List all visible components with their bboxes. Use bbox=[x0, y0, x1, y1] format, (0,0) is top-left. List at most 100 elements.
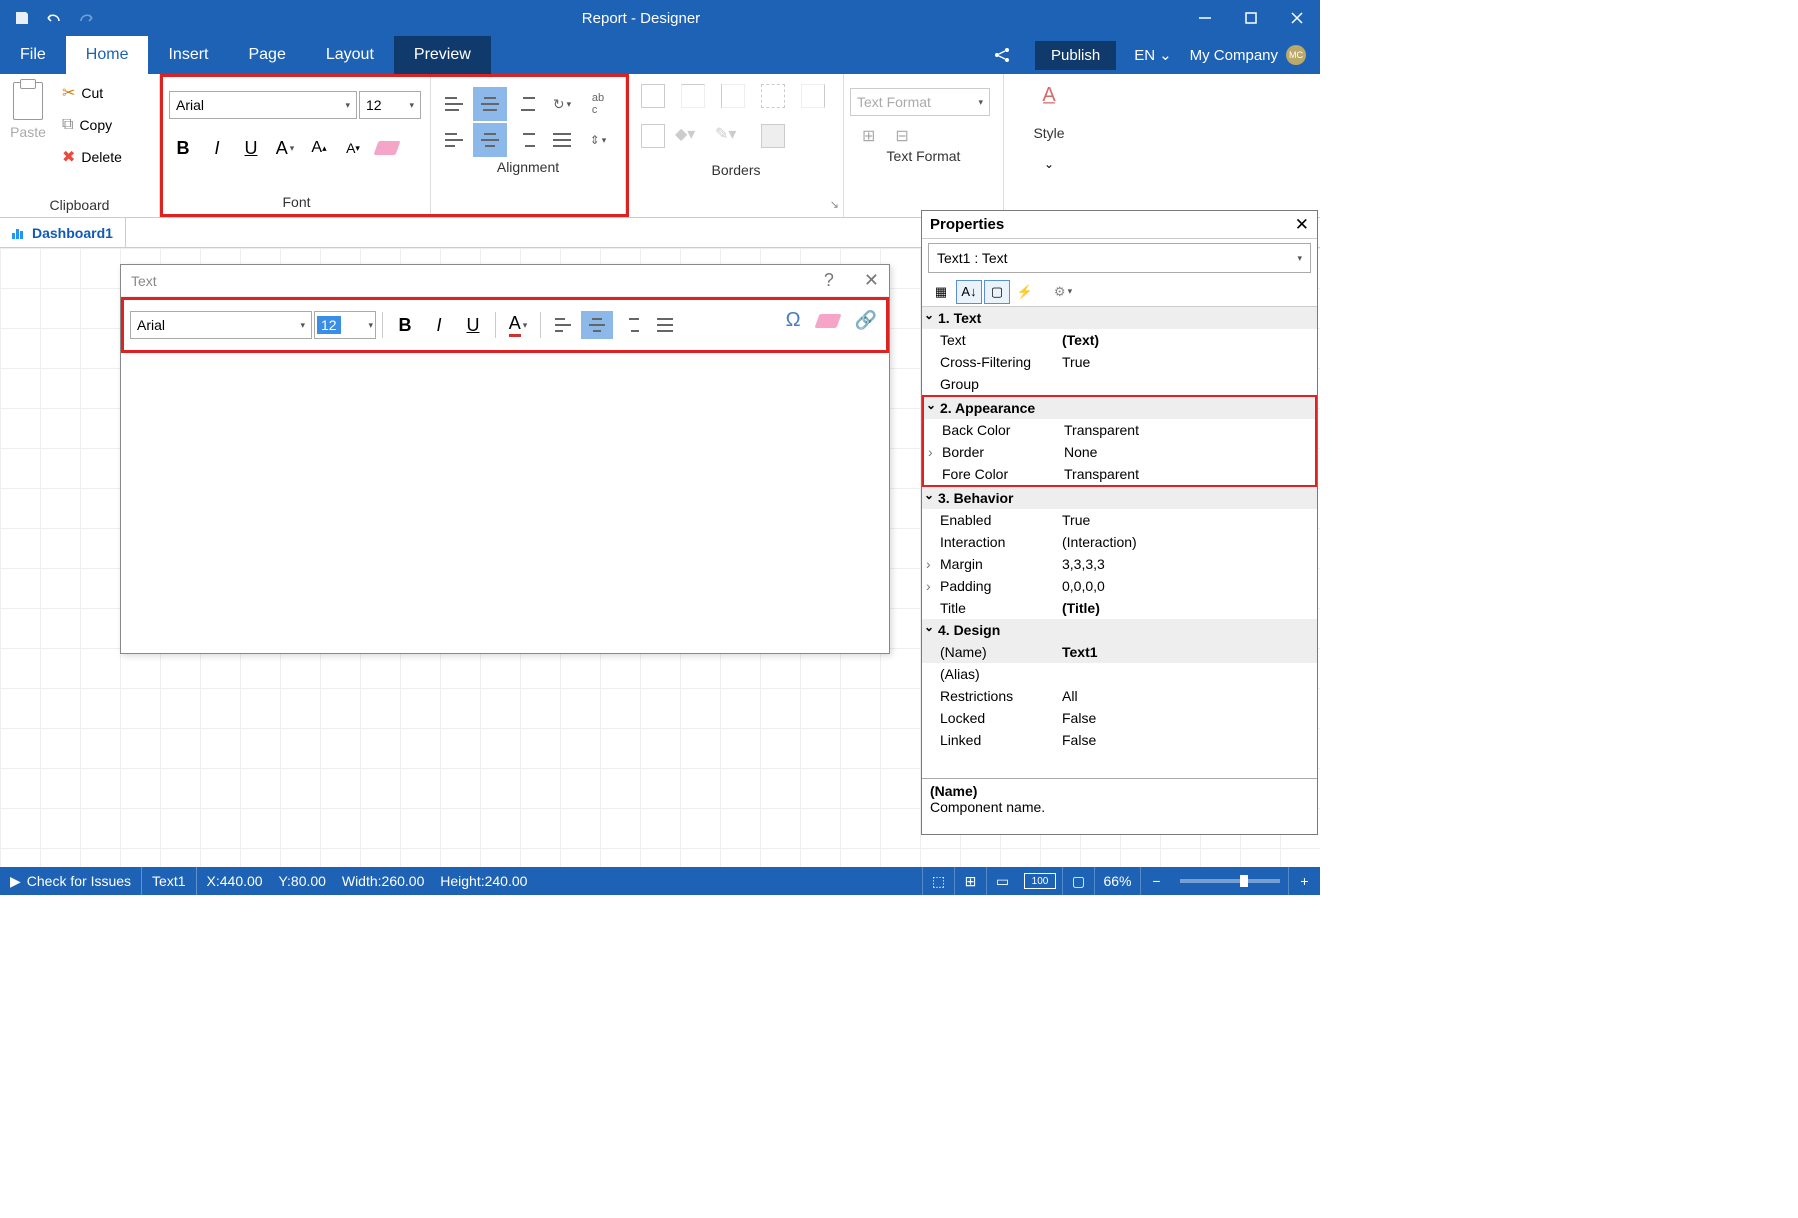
symbol-button[interactable]: Ω bbox=[786, 309, 801, 332]
prop-events-button[interactable]: ⚡ bbox=[1012, 280, 1038, 304]
prop-row-backcolor[interactable]: Back ColorTransparent bbox=[924, 419, 1315, 441]
text-format-select[interactable]: Text Format▾ bbox=[850, 88, 990, 116]
copy-button[interactable]: ⧉Copy bbox=[56, 110, 128, 140]
view-mode-3[interactable]: ▭ bbox=[986, 867, 1018, 895]
percent-icon[interactable]: ⊟ bbox=[895, 126, 908, 146]
borders-launcher-icon[interactable]: ↘ bbox=[830, 198, 839, 211]
dialog-align-left[interactable] bbox=[547, 311, 579, 339]
prop-row-linked[interactable]: LinkedFalse bbox=[922, 729, 1317, 751]
properties-object-select[interactable]: Text1 : Text▾ bbox=[928, 243, 1311, 273]
dialog-close-button[interactable]: ✕ bbox=[864, 270, 879, 291]
prop-row-enabled[interactable]: EnabledTrue bbox=[922, 509, 1317, 531]
dialog-align-right[interactable] bbox=[615, 311, 647, 339]
clear-format-button[interactable] bbox=[373, 134, 401, 162]
zoom-page[interactable]: ▢ bbox=[1062, 867, 1094, 895]
close-button[interactable] bbox=[1274, 0, 1320, 36]
zoom-in[interactable]: + bbox=[1288, 867, 1320, 895]
rotate-button[interactable]: ↻▾ bbox=[545, 87, 579, 121]
prop-alphabetical-button[interactable]: A↓ bbox=[956, 280, 982, 304]
style-icon[interactable]: A̲ bbox=[1010, 84, 1088, 107]
dialog-align-center[interactable] bbox=[581, 311, 613, 339]
dialog-eraser-icon[interactable] bbox=[814, 314, 841, 328]
align-left[interactable] bbox=[437, 123, 471, 157]
prop-row-interaction[interactable]: Interaction(Interaction) bbox=[922, 531, 1317, 553]
grow-font-button[interactable]: A▴ bbox=[305, 134, 333, 162]
prop-cat-behavior[interactable]: 3. Behavior bbox=[922, 487, 1317, 509]
shrink-font-button[interactable]: A▾ bbox=[339, 134, 367, 162]
font-name-select[interactable]: Arial▾ bbox=[169, 91, 357, 119]
language-selector[interactable]: EN⌄ bbox=[1134, 46, 1171, 64]
zoom-value[interactable]: 66% bbox=[1094, 867, 1140, 895]
zoom-out[interactable]: − bbox=[1140, 867, 1172, 895]
style-chevron-icon[interactable]: ⌄ bbox=[1010, 157, 1088, 171]
dialog-font-name[interactable]: Arial▾ bbox=[130, 311, 312, 339]
tab-home[interactable]: Home bbox=[66, 36, 149, 74]
delete-button[interactable]: ✖Delete bbox=[56, 142, 128, 172]
share-icon[interactable] bbox=[987, 40, 1017, 70]
font-color-button[interactable]: A▾ bbox=[271, 134, 299, 162]
prop-cat-text[interactable]: 1. Text bbox=[922, 307, 1317, 329]
tab-page[interactable]: Page bbox=[228, 36, 305, 74]
tab-insert[interactable]: Insert bbox=[148, 36, 228, 74]
prop-row-border[interactable]: BorderNone bbox=[924, 441, 1315, 463]
publish-button[interactable]: Publish bbox=[1035, 41, 1116, 70]
tab-dashboard1[interactable]: Dashboard1 bbox=[0, 218, 126, 247]
dialog-underline[interactable]: U bbox=[457, 311, 489, 339]
prop-row-alias[interactable]: (Alias) bbox=[922, 663, 1317, 685]
help-button[interactable]: ? bbox=[824, 270, 834, 291]
align-right[interactable] bbox=[509, 123, 543, 157]
italic-button[interactable]: I bbox=[203, 134, 231, 162]
tab-file[interactable]: File bbox=[0, 36, 66, 74]
align-top-left[interactable] bbox=[437, 87, 471, 121]
prop-settings-button[interactable]: ⚙▾ bbox=[1050, 280, 1076, 304]
company-label[interactable]: My CompanyMC bbox=[1190, 45, 1306, 65]
prop-pages-button[interactable]: ▢ bbox=[984, 280, 1010, 304]
prop-row-locked[interactable]: LockedFalse bbox=[922, 707, 1317, 729]
cut-button[interactable]: ✂Cut bbox=[56, 78, 128, 108]
dialog-font-size[interactable]: 12▾ bbox=[314, 311, 376, 339]
view-mode-1[interactable]: ⬚ bbox=[922, 867, 954, 895]
save-icon[interactable] bbox=[8, 4, 36, 32]
align-justify[interactable] bbox=[545, 123, 579, 157]
border-top[interactable] bbox=[675, 84, 711, 120]
undo-icon[interactable] bbox=[40, 4, 68, 32]
tab-preview[interactable]: Preview bbox=[394, 36, 491, 74]
prop-row-restrictions[interactable]: RestrictionsAll bbox=[922, 685, 1317, 707]
dialog-bold[interactable]: B bbox=[389, 311, 421, 339]
view-mode-2[interactable]: ⊞ bbox=[954, 867, 986, 895]
check-issues-button[interactable]: ▶Check for Issues bbox=[0, 867, 142, 895]
align-center[interactable] bbox=[473, 123, 507, 157]
redo-icon[interactable] bbox=[72, 4, 100, 32]
border-right[interactable] bbox=[795, 84, 831, 120]
prop-row-title[interactable]: Title(Title) bbox=[922, 597, 1317, 619]
dialog-font-color[interactable]: A▾ bbox=[502, 311, 534, 339]
prop-row-text[interactable]: Text(Text) bbox=[922, 329, 1317, 351]
prop-cat-design[interactable]: 4. Design bbox=[922, 619, 1317, 641]
border-fill[interactable]: ◆▾ bbox=[675, 124, 711, 160]
align-top-right[interactable] bbox=[509, 87, 543, 121]
prop-row-padding[interactable]: Padding0,0,0,0 bbox=[922, 575, 1317, 597]
currency-icon[interactable]: ⊞ bbox=[862, 126, 875, 146]
prop-row-name[interactable]: (Name)Text1 bbox=[922, 641, 1317, 663]
underline-button[interactable]: U bbox=[237, 134, 265, 162]
border-brush[interactable]: ✎▾ bbox=[715, 124, 751, 160]
maximize-button[interactable] bbox=[1228, 0, 1274, 36]
tab-layout[interactable]: Layout bbox=[306, 36, 394, 74]
properties-close-button[interactable]: ✕ bbox=[1295, 215, 1309, 235]
prop-categorized-button[interactable]: ▦ bbox=[928, 280, 954, 304]
zoom-slider[interactable] bbox=[1180, 879, 1280, 883]
align-top-center[interactable] bbox=[473, 87, 507, 121]
minimize-button[interactable] bbox=[1182, 0, 1228, 36]
border-left[interactable] bbox=[715, 84, 751, 120]
prop-row-crossfilter[interactable]: Cross-FilteringTrue bbox=[922, 351, 1317, 373]
prop-row-margin[interactable]: Margin3,3,3,3 bbox=[922, 553, 1317, 575]
link-button[interactable]: 🔗 bbox=[855, 310, 877, 331]
line-spacing-button[interactable]: ⇕▾ bbox=[581, 123, 615, 157]
paste-icon[interactable] bbox=[13, 82, 43, 120]
border-drop[interactable] bbox=[755, 124, 791, 160]
dialog-italic[interactable]: I bbox=[423, 311, 455, 339]
border-all[interactable] bbox=[635, 84, 671, 120]
border-box[interactable] bbox=[635, 124, 671, 160]
dialog-align-justify[interactable] bbox=[649, 311, 681, 339]
bold-button[interactable]: B bbox=[169, 134, 197, 162]
